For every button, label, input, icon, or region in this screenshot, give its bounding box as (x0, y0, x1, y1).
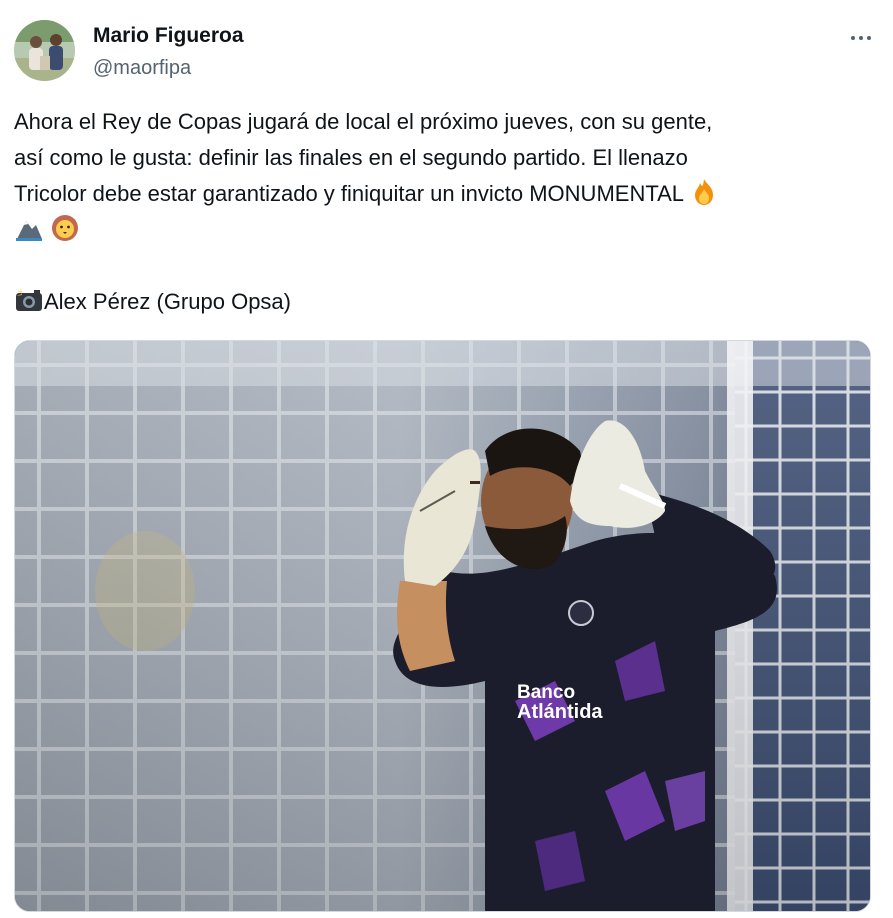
tweet-text-line: Tricolor debe estar garantizado y finiqu… (14, 176, 874, 212)
eagle-emoji-icon (14, 213, 44, 243)
fire-emoji-icon (689, 177, 719, 207)
lion-emoji-icon (50, 213, 80, 243)
jersey-sponsor-line2: Atlántida (517, 701, 603, 723)
tweet-text-line: Ahora el Rey de Copas jugará de local el… (14, 109, 713, 134)
tweet-text-line: así como le gusta: definir las finales e… (14, 145, 688, 170)
tweet-card[interactable]: Mario Figueroa @maorfipa Ahora el Rey de… (0, 0, 893, 918)
photo-credit-text: Alex Pérez (Grupo Opsa) (44, 289, 291, 314)
tweet-text: Ahora el Rey de Copas jugará de local el… (14, 104, 874, 320)
author-names: Mario Figueroa @maorfipa (93, 23, 244, 81)
camera-flash-emoji-icon (14, 285, 44, 315)
jersey-sponsor-line1: Banco (517, 682, 575, 703)
author-display-name[interactable]: Mario Figueroa (93, 23, 244, 49)
author-handle[interactable]: @maorfipa (93, 55, 244, 81)
tweet-text-line (14, 212, 874, 248)
avatar[interactable] (14, 20, 75, 81)
photo-credit: Alex Pérez (Grupo Opsa) (14, 284, 874, 320)
goalkeeper-photo: Banco Atlántida (15, 341, 870, 911)
tweet-photo[interactable]: Banco Atlántida (14, 340, 871, 912)
more-options-icon[interactable] (845, 26, 877, 50)
tweet-header: Mario Figueroa @maorfipa (14, 20, 879, 84)
